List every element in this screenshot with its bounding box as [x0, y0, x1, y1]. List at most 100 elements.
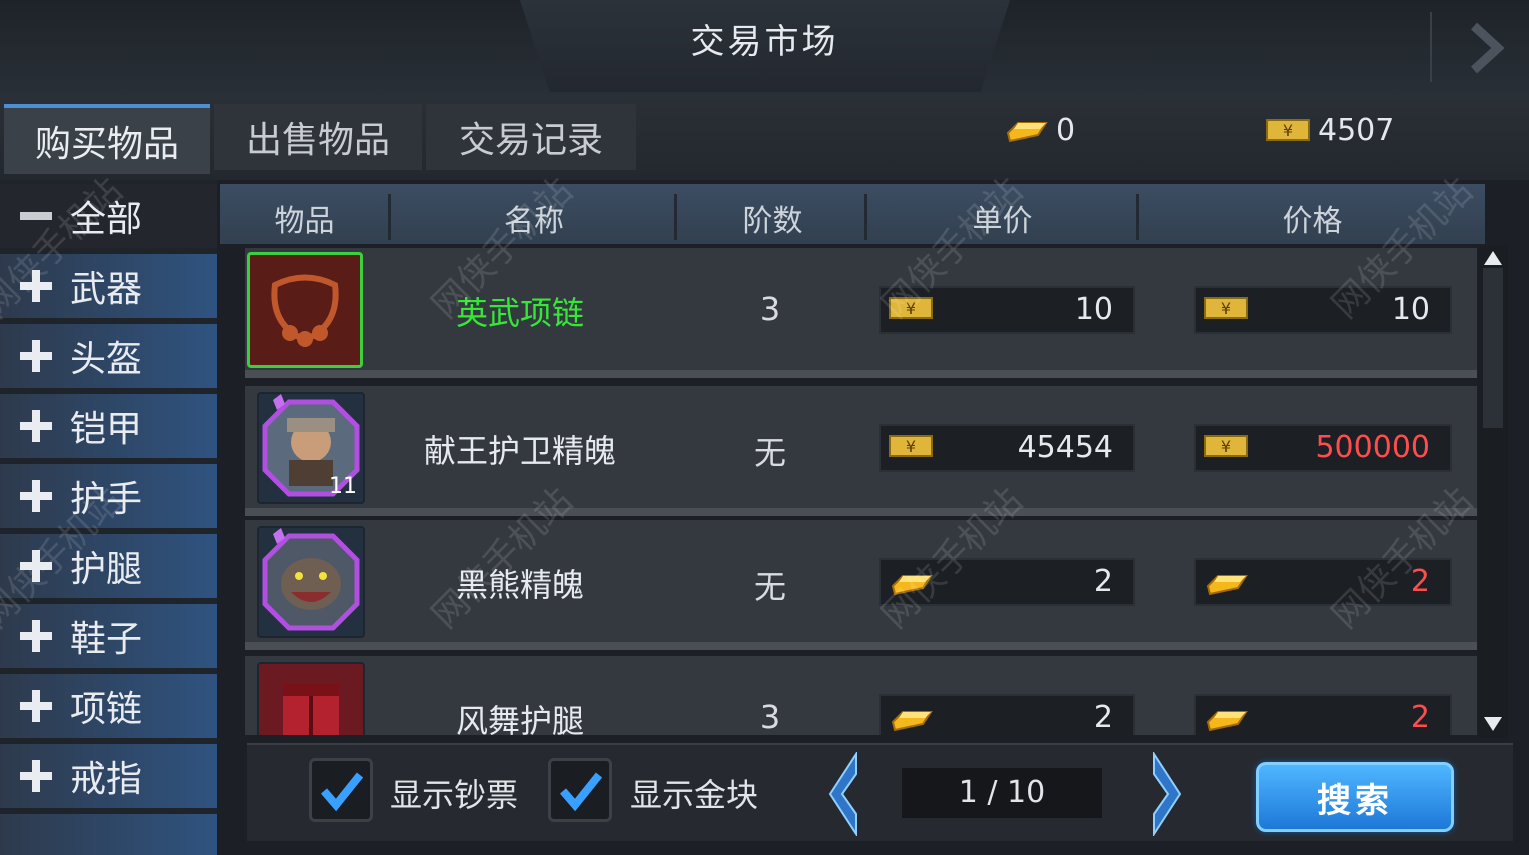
- item-count: 11: [329, 474, 357, 499]
- necklace-item-icon[interactable]: [247, 252, 363, 368]
- category-label: 全部: [70, 199, 143, 240]
- expand-icon: [20, 410, 52, 442]
- note-icon: ¥: [1266, 119, 1310, 141]
- svg-text:¥: ¥: [1221, 299, 1231, 318]
- tab-buy[interactable]: 购买物品: [4, 104, 210, 174]
- show-gold-checkbox[interactable]: [548, 758, 612, 822]
- svg-text:¥: ¥: [1221, 437, 1231, 456]
- unit-price-box: 2: [879, 558, 1135, 606]
- gold-bar-icon: [891, 575, 933, 596]
- close-arrow-icon[interactable]: [1462, 20, 1512, 76]
- note-icon: ¥: [1204, 435, 1248, 457]
- item-name: 英武项链: [455, 294, 584, 332]
- item-name: 风舞护腿: [455, 702, 584, 735]
- next-page-icon[interactable]: [1150, 750, 1184, 838]
- unit-price-value: 10: [1074, 292, 1113, 327]
- item-level: 无: [753, 434, 786, 472]
- category-more[interactable]: [0, 814, 217, 855]
- top-divider: [1430, 12, 1432, 82]
- column-header-name: 名称: [504, 204, 564, 239]
- checkmark-icon: [559, 772, 603, 812]
- collapse-icon: [20, 200, 52, 232]
- price-box: ¥ 10: [1194, 286, 1452, 334]
- note-icon: ¥: [1204, 297, 1248, 319]
- category-weapon[interactable]: 武器: [0, 254, 217, 318]
- category-gloves[interactable]: 护手: [0, 464, 217, 528]
- table-row[interactable]: 英武项链 3 ¥ 10 ¥ 10: [245, 248, 1477, 378]
- search-button[interactable]: 搜索: [1256, 762, 1454, 832]
- svg-text:¥: ¥: [906, 299, 916, 318]
- column-header-price: 价格: [1282, 204, 1343, 239]
- column-header-unit-price: 单价: [972, 204, 1033, 239]
- gold-bar-icon: [891, 711, 933, 732]
- item-level: 无: [753, 568, 786, 606]
- gold-bar-icon: [1006, 122, 1048, 143]
- price-value: 2: [1410, 700, 1430, 735]
- item-name: 黑熊精魄: [455, 566, 584, 604]
- category-shoes[interactable]: 鞋子: [0, 604, 217, 668]
- price-value: 2: [1410, 564, 1430, 599]
- category-sidebar: 全部 武器 头盔 铠甲 护手 护腿 鞋子 项链 戒指: [0, 180, 217, 855]
- category-label: 鞋子: [70, 619, 143, 660]
- item-level: 3: [759, 290, 781, 328]
- unit-price-value: 45454: [1017, 430, 1113, 465]
- page-title: 交易市场: [690, 22, 839, 62]
- category-label: 武器: [70, 269, 143, 310]
- item-level: 3: [759, 698, 781, 735]
- unit-price-box: 2: [879, 694, 1135, 735]
- scroll-up-icon[interactable]: [1483, 250, 1503, 266]
- category-all[interactable]: 全部: [0, 184, 217, 248]
- category-leggings[interactable]: 护腿: [0, 534, 217, 598]
- expand-icon: [20, 550, 52, 582]
- notes-balance: ¥ 4507: [1266, 110, 1394, 150]
- gold-amount: 0: [1056, 112, 1076, 148]
- show-notes-label: 显示钞票: [390, 776, 519, 814]
- bear-spirit-item-icon[interactable]: [257, 526, 365, 638]
- note-icon: ¥: [889, 435, 933, 457]
- price-value: 10: [1391, 292, 1430, 327]
- category-necklace[interactable]: 项链: [0, 674, 217, 738]
- column-divider: [1136, 194, 1139, 240]
- svg-text:¥: ¥: [1283, 121, 1293, 140]
- category-label: 护手: [70, 479, 143, 520]
- notes-amount: 4507: [1318, 112, 1395, 148]
- category-armor[interactable]: 铠甲: [0, 394, 217, 458]
- gold-bar-icon: [1206, 575, 1248, 596]
- scroll-down-icon[interactable]: [1483, 716, 1503, 732]
- category-label: 项链: [70, 689, 143, 730]
- table-row[interactable]: 11 献王护卫精魄 无 ¥ 45454 ¥ 500000: [245, 386, 1477, 516]
- expand-icon: [20, 270, 52, 302]
- svg-text:¥: ¥: [906, 437, 916, 456]
- expand-icon: [20, 690, 52, 722]
- tab-history[interactable]: 交易记录: [426, 104, 636, 170]
- show-notes-checkbox[interactable]: [309, 758, 373, 822]
- category-label: 头盔: [70, 339, 143, 380]
- list-scrollbar[interactable]: [1478, 246, 1508, 738]
- column-divider: [674, 194, 677, 240]
- gold-bar-icon: [1206, 711, 1248, 732]
- page-indicator: 1 / 10: [902, 768, 1102, 818]
- column-divider: [864, 194, 867, 240]
- category-label: 戒指: [70, 759, 143, 800]
- price-value: 500000: [1315, 430, 1430, 465]
- unit-price-box: ¥ 10: [879, 286, 1135, 334]
- item-list: 英武项链 3 ¥ 10 ¥ 10 11 献王护卫精魄 无 ¥ 45454 ¥ 5…: [245, 248, 1477, 735]
- scrollbar-thumb[interactable]: [1483, 268, 1503, 428]
- table-row[interactable]: 风舞护腿 3 2 2: [245, 656, 1477, 735]
- price-box: ¥ 500000: [1194, 424, 1452, 472]
- leggings-item-icon[interactable]: [257, 662, 365, 735]
- price-box: 2: [1194, 694, 1452, 735]
- item-name: 献王护卫精魄: [423, 432, 616, 470]
- expand-icon: [20, 760, 52, 792]
- category-label: 铠甲: [70, 409, 143, 450]
- note-icon: ¥: [889, 297, 933, 319]
- column-divider: [388, 194, 391, 240]
- category-ring[interactable]: 戒指: [0, 744, 217, 808]
- prev-page-icon[interactable]: [826, 750, 860, 838]
- column-header-item: 物品: [274, 204, 335, 239]
- checkmark-icon: [320, 772, 364, 812]
- category-helmet[interactable]: 头盔: [0, 324, 217, 388]
- expand-icon: [20, 340, 52, 372]
- tab-sell[interactable]: 出售物品: [214, 104, 422, 170]
- table-row[interactable]: 黑熊精魄 无 2 2: [245, 520, 1477, 650]
